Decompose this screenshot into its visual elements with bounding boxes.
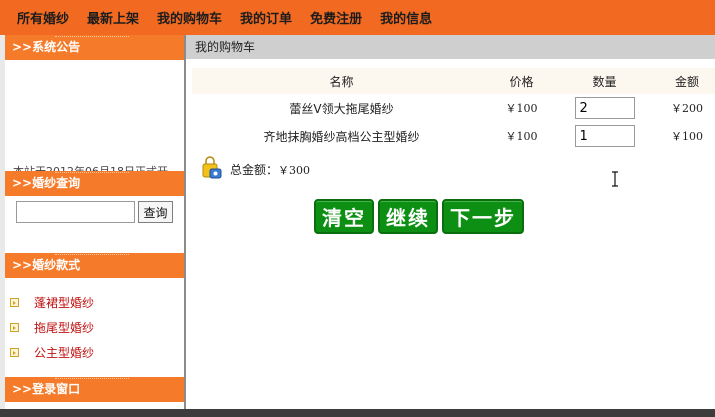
search-title: >>婚纱查询 [12, 176, 81, 190]
nav-all-dresses[interactable]: 所有婚纱 [8, 8, 78, 27]
col-name: 名称 [192, 68, 491, 94]
list-item: 拖尾型婚纱 [5, 315, 184, 340]
text-cursor-icon [611, 171, 619, 187]
style-link-princess[interactable]: 公主型婚纱 [34, 344, 94, 361]
continue-shopping-button[interactable]: 继续 [378, 199, 438, 234]
arrow-bullet-icon [10, 348, 19, 357]
styles-list: 蓬裙型婚纱 拖尾型婚纱 公主型婚纱 [5, 278, 184, 377]
total-label-text: 总金额： [230, 163, 279, 177]
quantity-input[interactable] [574, 125, 635, 147]
item-price: ￥100 [505, 130, 538, 143]
item-amount: ￥100 [671, 130, 703, 143]
col-amount: 金额 [657, 68, 715, 94]
table-row: 蕾丝V领大拖尾婚纱 ￥100 ￥200 [192, 94, 715, 122]
action-buttons: 清空 继续 下一步 [314, 199, 528, 234]
notice-body: 本站于2012年06月18日正式开 [5, 60, 184, 171]
col-qty: 数量 [552, 68, 657, 94]
item-name: 齐地抹胸婚纱高档公主型婚纱 [263, 129, 420, 144]
qty-cell [552, 94, 657, 122]
arrow-bullet-icon [10, 298, 19, 307]
search-button[interactable]: 查询 [138, 201, 173, 223]
cart-table: 名称 价格 数量 金额 蕾丝V领大拖尾婚纱 ￥100 ￥200 齐地抹胸婚纱高档… [192, 68, 715, 150]
main-panel: 我的购物车 名称 价格 数量 金额 蕾丝V领大拖尾婚纱 ￥100 ￥200 齐地… [186, 35, 715, 409]
total-value: ￥300 [278, 164, 311, 177]
login-title: >>登录窗口 [12, 382, 81, 396]
arrow-bullet-icon [10, 323, 19, 332]
top-nav: 所有婚纱 最新上架 我的购物车 我的订单 免费注册 我的信息 [0, 0, 715, 35]
search-header: >>婚纱查询 [5, 171, 184, 196]
table-header-row: 名称 价格 数量 金额 [192, 68, 715, 94]
list-item: 蓬裙型婚纱 [5, 290, 184, 315]
nav-register[interactable]: 免费注册 [301, 8, 371, 27]
sidebar: >>系统公告 本站于2012年06月18日正式开 >>婚纱查询 查询 >>婚纱款… [5, 35, 184, 409]
styles-title: >>婚纱款式 [12, 258, 81, 272]
nav-my-info[interactable]: 我的信息 [371, 8, 441, 27]
notice-text: 本站于2012年06月18日正式开 [13, 163, 168, 171]
shopping-bag-icon [200, 156, 222, 180]
style-link-puffy[interactable]: 蓬裙型婚纱 [34, 294, 94, 311]
item-name: 蕾丝V领大拖尾婚纱 [289, 101, 394, 116]
notice-header: >>系统公告 [5, 35, 184, 60]
search-input[interactable] [16, 201, 135, 223]
item-amount: ￥200 [671, 102, 703, 115]
quantity-input[interactable] [574, 97, 635, 119]
bottom-bar [0, 409, 715, 417]
next-step-button[interactable]: 下一步 [442, 199, 524, 234]
nav-new-arrivals[interactable]: 最新上架 [78, 8, 148, 27]
nav-my-cart[interactable]: 我的购物车 [148, 8, 231, 27]
login-header: >>登录窗口 [5, 377, 184, 402]
list-item: 公主型婚纱 [5, 340, 184, 365]
notice-title: >>系统公告 [12, 40, 81, 54]
nav-my-orders[interactable]: 我的订单 [231, 8, 301, 27]
clear-cart-button[interactable]: 清空 [314, 199, 374, 234]
styles-header: >>婚纱款式 [5, 253, 184, 278]
style-link-train[interactable]: 拖尾型婚纱 [34, 319, 94, 336]
qty-cell [552, 122, 657, 150]
col-price: 价格 [491, 68, 552, 94]
item-price: ￥100 [505, 102, 538, 115]
table-row: 齐地抹胸婚纱高档公主型婚纱 ￥100 ￥100 [192, 122, 715, 150]
search-box: 查询 [5, 196, 184, 253]
page-title: 我的购物车 [186, 35, 715, 59]
total-amount: 总金额：￥300 [230, 161, 310, 180]
total-row: 总金额：￥300 [200, 156, 310, 180]
